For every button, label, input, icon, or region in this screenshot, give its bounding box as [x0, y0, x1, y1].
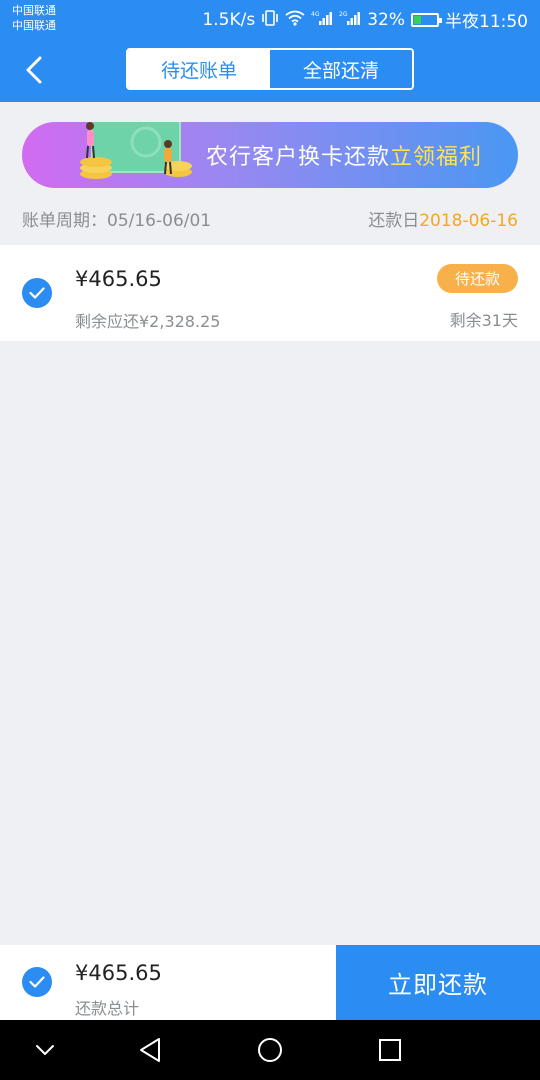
- chevron-left-icon: [26, 56, 42, 84]
- total-label: 还款总计: [75, 999, 140, 1018]
- signal-2g-icon: 2G: [339, 10, 361, 30]
- battery-icon: [411, 12, 442, 27]
- hide-nav-button[interactable]: [30, 1035, 60, 1065]
- due-date-info: 还款日2018-06-16: [368, 206, 518, 231]
- system-home-button[interactable]: [255, 1035, 285, 1065]
- segmented-control: 待还账单 全部还清: [126, 48, 414, 90]
- bill-amount: ¥465.65: [75, 267, 162, 291]
- carrier-labels: 中国联通 中国联通: [12, 3, 56, 33]
- select-all-checkbox[interactable]: [22, 967, 52, 997]
- promo-banner[interactable]: 农行客户换卡还款 立领福利: [22, 122, 518, 188]
- status-icons: 1.5K/s 4G 2G 32% 半夜11:50: [202, 7, 528, 33]
- system-nav-bar: [0, 1020, 540, 1080]
- due-date-label: 还款日: [368, 211, 420, 231]
- promo-illustration: [80, 122, 192, 179]
- triangle-back-icon: [140, 1038, 160, 1062]
- tab-pay-all[interactable]: 全部还清: [270, 50, 412, 88]
- bill-item[interactable]: ¥465.65 剩余应还¥2,328.25 待还款 剩余31天: [0, 245, 540, 341]
- status-bar: 中国联通 中国联通 1.5K/s 4G 2G 32% 半夜11:50: [0, 0, 540, 38]
- system-recents-button[interactable]: [375, 1035, 405, 1065]
- circle-home-icon: [258, 1038, 282, 1062]
- system-back-button[interactable]: [135, 1035, 165, 1065]
- banner-main-text: 农行客户换卡还款: [205, 145, 390, 170]
- vibrate-icon: [261, 9, 279, 30]
- nav-bar: 待还账单 全部还清: [0, 38, 540, 102]
- bill-period-row: 账单周期：05/16-06/01 还款日2018-06-16: [0, 200, 540, 236]
- battery-percent: 32%: [367, 9, 405, 30]
- banner-text: 农行客户换卡还款 立领福利: [206, 122, 482, 188]
- signal-4g-icon: 4G: [311, 10, 333, 30]
- checkmark-icon: [29, 976, 45, 988]
- pay-now-button[interactable]: 立即还款: [336, 945, 540, 1020]
- due-date-value: 2018-06-16: [419, 211, 518, 231]
- chevron-down-icon: [36, 1045, 54, 1055]
- signal-2-label: 2G: [339, 11, 348, 18]
- network-speed: 1.5K/s: [202, 9, 256, 30]
- payment-footer: ¥465.65 还款总计 立即还款: [0, 945, 540, 1020]
- bill-checkbox[interactable]: [22, 278, 52, 308]
- remaining-amount: 剩余应还¥2,328.25: [75, 312, 221, 331]
- total-amount: ¥465.65: [75, 961, 162, 985]
- banner-highlight-text: 立领福利: [389, 145, 482, 170]
- bill-period: 账单周期：05/16-06/01: [22, 211, 212, 231]
- square-recents-icon: [379, 1039, 401, 1061]
- carrier-1: 中国联通: [12, 4, 56, 17]
- carrier-2: 中国联通: [12, 19, 56, 32]
- status-badge: 待还款: [437, 264, 518, 293]
- signal-1-label: 4G: [311, 11, 320, 18]
- days-left: 剩余31天: [449, 311, 518, 330]
- clock: 半夜11:50: [445, 12, 528, 32]
- back-button[interactable]: [18, 54, 50, 86]
- wifi-icon: [285, 10, 305, 30]
- tab-pending-bills[interactable]: 待还账单: [128, 50, 270, 88]
- checkmark-icon: [29, 287, 45, 299]
